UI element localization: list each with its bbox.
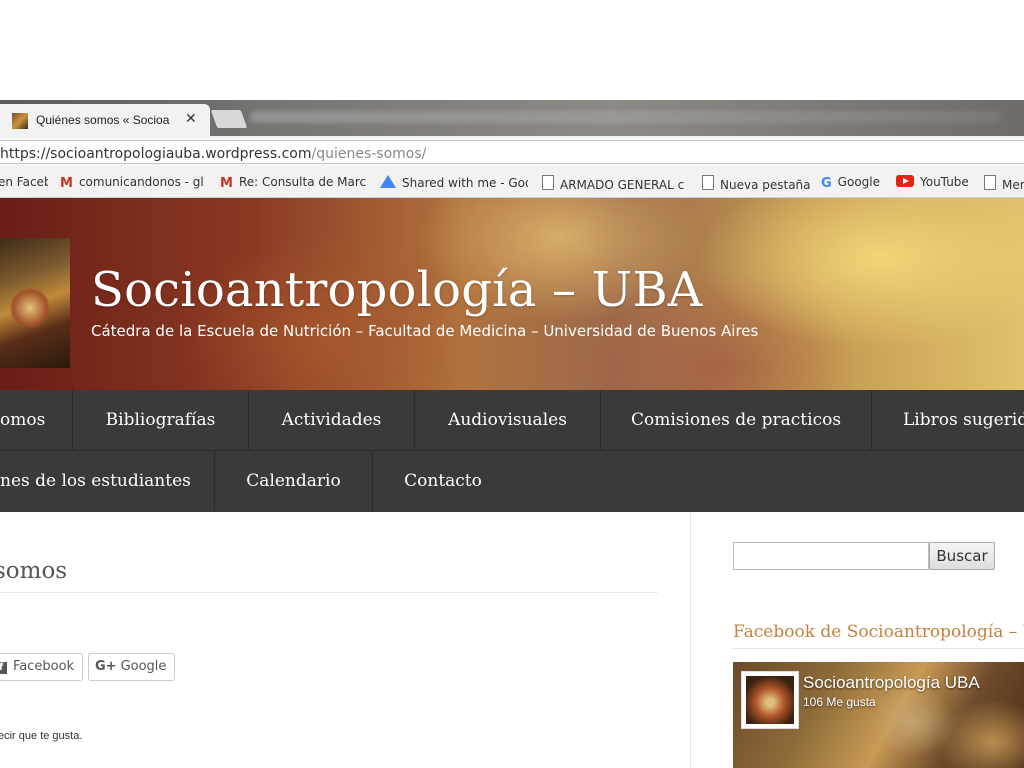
divider xyxy=(0,592,658,593)
nav-item-libros-sugeridos[interactable]: Libros sugerid xyxy=(872,390,1024,450)
url-host: https://socioantropologiauba.wordpress.c… xyxy=(0,146,312,162)
nav-item-comisiones[interactable]: Comisiones de practicos xyxy=(601,390,872,450)
site-header: Socioantropología – UBA Cátedra de la Es… xyxy=(0,198,1024,390)
nav-item-estudiantes[interactable]: nes de los estudiantes xyxy=(0,451,215,511)
nav-item-quienes-somos[interactable]: omos xyxy=(0,390,73,450)
close-icon[interactable]: ✕ xyxy=(185,110,197,127)
nav-item-bibliografias[interactable]: Bibliografías xyxy=(73,390,249,450)
blurred-window-title xyxy=(250,111,1000,123)
logo-painting xyxy=(10,288,50,328)
main-navigation: omos Bibliografías Actividades Audiovisu… xyxy=(0,390,1024,512)
page-icon xyxy=(702,175,714,190)
bookmark-item[interactable]: G Google xyxy=(821,175,891,191)
browser-tab-bar: Quiénes somos « Socioa ✕ xyxy=(0,100,1024,136)
google-drive-icon xyxy=(380,175,396,188)
new-tab-button[interactable] xyxy=(210,110,248,128)
bookmark-item[interactable]: ARMADO GENERAL c xyxy=(542,175,688,192)
bookmark-label: Nueva pestaña xyxy=(720,178,811,192)
nav-item-audiovisuales[interactable]: Audiovisuales xyxy=(415,390,601,450)
bookmark-label: Mer xyxy=(1002,178,1024,192)
site-description: Cátedra de la Escuela de Nutrición – Fac… xyxy=(91,322,759,340)
google-icon: G xyxy=(821,176,832,191)
nav-item-calendario[interactable]: Calendario xyxy=(215,451,373,511)
page-icon xyxy=(984,175,996,190)
nav-row: omos Bibliografías Actividades Audiovisu… xyxy=(0,390,1024,451)
divider xyxy=(733,648,1024,649)
sidebar-divider xyxy=(690,512,691,768)
browser-tab-active[interactable]: Quiénes somos « Socioa ✕ xyxy=(0,104,210,136)
site-title[interactable]: Socioantropología – UBA xyxy=(91,262,703,318)
like-prompt-text: ecir que te gusta. xyxy=(0,730,83,742)
site-favicon-icon xyxy=(12,113,28,129)
bookmark-label: YouTube xyxy=(920,175,969,189)
facebook-icon: f xyxy=(0,662,7,674)
youtube-icon xyxy=(896,175,914,187)
facebook-like-count: 106 Me gusta xyxy=(803,695,876,709)
share-facebook-label: Facebook xyxy=(13,659,75,674)
bookmark-label: Google xyxy=(837,175,880,189)
bookmark-item[interactable]: Nueva pestaña xyxy=(702,175,812,192)
bookmark-label: ARMADO GENERAL c xyxy=(560,178,685,192)
site-logo[interactable] xyxy=(0,238,70,368)
page-icon xyxy=(542,175,554,190)
share-facebook-button[interactable]: f Facebook xyxy=(0,653,84,681)
bookmark-label: en Faceb xyxy=(0,175,48,189)
bookmark-item[interactable]: Mer xyxy=(984,175,1024,192)
bookmarks-bar: en Faceb Mcomunicandonos - gl M Re: Consu… xyxy=(0,168,1024,198)
search-input[interactable] xyxy=(733,542,929,570)
bookmark-item[interactable]: Shared with me - Goo xyxy=(380,175,528,190)
search-button[interactable]: Buscar xyxy=(929,542,995,570)
share-google-label: Google xyxy=(120,659,167,674)
bookmark-label: Shared with me - Goo xyxy=(402,176,528,190)
gmail-icon: M xyxy=(60,176,73,191)
avatar-image xyxy=(746,676,794,724)
facebook-page-name[interactable]: Socioantropología UBA xyxy=(803,673,980,693)
nav-item-contacto[interactable]: Contacto xyxy=(373,451,513,511)
address-bar: https://socioantropologiauba.wordpress.c… xyxy=(0,136,1024,169)
nav-item-actividades[interactable]: Actividades xyxy=(249,390,415,450)
facebook-page-widget[interactable]: Socioantropología UBA 106 Me gusta xyxy=(733,662,1024,768)
bookmark-label: comunicandonos - gl xyxy=(78,175,204,189)
bookmark-item[interactable]: Mcomunicandonos - gl xyxy=(60,175,210,191)
google-plus-icon: G+ xyxy=(95,659,117,674)
page-content: somos f Facebook G+ Google ecir que te gus… xyxy=(0,512,1024,768)
nav-row: nes de los estudiantes Calendario Contac… xyxy=(0,451,1024,511)
gmail-icon: M xyxy=(220,176,233,191)
tab-title: Quiénes somos « Socioa xyxy=(36,113,170,127)
page-title: somos xyxy=(0,558,68,584)
facebook-widget-title: Facebook de Socioantropología – UBA xyxy=(733,622,1024,642)
facebook-page-avatar[interactable] xyxy=(741,671,799,729)
bookmark-label: Re: Consulta de Marc xyxy=(238,175,367,189)
share-google-button[interactable]: G+ Google xyxy=(88,653,176,681)
bookmark-item[interactable]: YouTube xyxy=(896,175,976,189)
bookmark-item[interactable]: M Re: Consulta de Marc xyxy=(220,175,370,191)
bookmark-item[interactable]: en Faceb xyxy=(0,175,48,189)
url-path: /quienes-somos/ xyxy=(311,146,427,162)
url-text[interactable]: https://socioantropologiauba.wordpress.c… xyxy=(0,146,426,162)
